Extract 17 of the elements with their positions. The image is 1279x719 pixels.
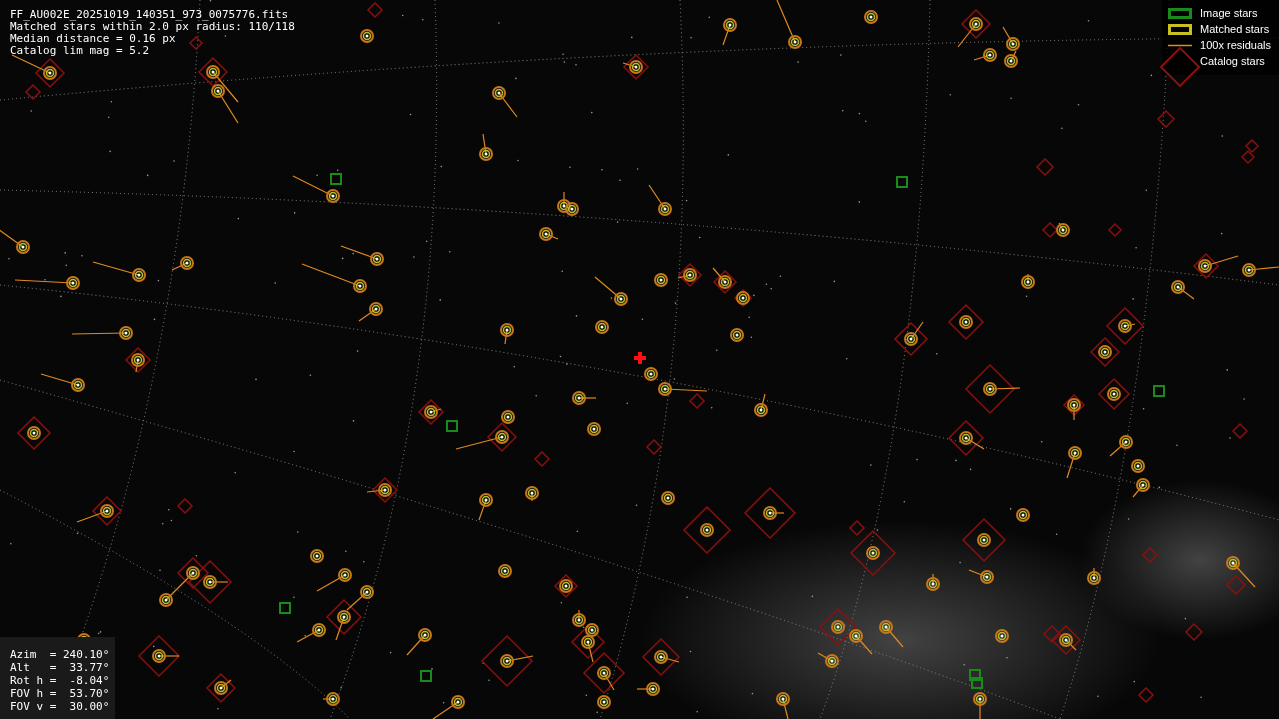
- legend-label: Catalog stars: [1200, 54, 1265, 70]
- image-star-swatch-icon: [1168, 8, 1193, 19]
- pointing-line: Rot h = -8.04°: [10, 674, 110, 687]
- pointing-line: Azim = 240.10°: [10, 648, 110, 661]
- info-line: Catalog lim mag = 5.2: [10, 45, 151, 57]
- info-line: Median distance = 0.16 px: [10, 33, 177, 45]
- legend-label: Matched stars: [1200, 22, 1270, 38]
- info-line: FF_AU002E_20251019_140351_973_0075776.fits: [10, 9, 290, 21]
- pointing-line: Alt = 33.77°: [10, 661, 110, 674]
- catalog-diamond-icon: [1160, 46, 1201, 87]
- info-line: Matched stars within 2.0 px radius: 110/118: [10, 21, 295, 33]
- pointing-line: FOV v = 30.00°: [10, 700, 110, 713]
- legend-label: Image stars: [1200, 6, 1258, 22]
- legend-label: 100x residuals: [1200, 38, 1271, 54]
- matched-star-swatch-icon: [1168, 24, 1193, 35]
- pointing-line: FOV h = 53.70°: [10, 687, 110, 700]
- residual-line-icon: [1168, 44, 1193, 47]
